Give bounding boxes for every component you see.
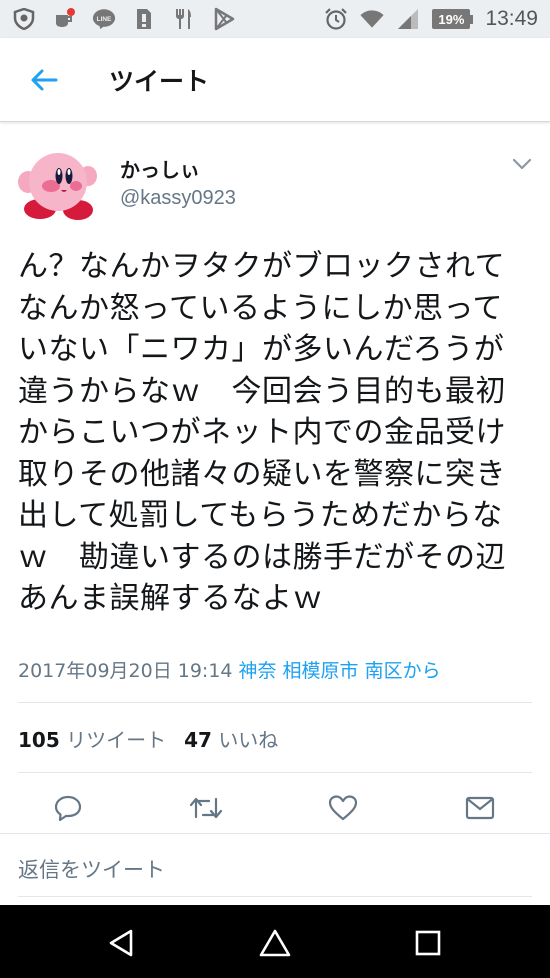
chevron-down-icon (512, 158, 532, 170)
retweet-icon (189, 797, 223, 819)
restaurant-icon (172, 7, 196, 31)
like-count: 47 (184, 728, 212, 752)
tweet-text: ん？なんかヲタクがブロックされてなんか怒っているようにしか思っていない「ニワカ」… (18, 249, 506, 616)
square-recents-icon (415, 930, 441, 956)
battery-level: 19% (432, 9, 471, 29)
nav-back-button[interactable] (101, 923, 141, 963)
tweet-detail: かっしぃ @kassy0923 ん？なんかヲタクがブロックされてなんか怒っている… (0, 124, 550, 897)
like-label: いいね (218, 728, 279, 752)
author-name[interactable]: かっしぃ (120, 154, 200, 183)
retweet-count: 105 (18, 728, 60, 752)
like-button[interactable] (323, 788, 363, 828)
wifi-icon (360, 7, 385, 31)
battery-icon: 19% (432, 9, 474, 29)
back-arrow-icon (31, 69, 58, 90)
retweet-stat[interactable]: 105 リツイート (18, 728, 166, 752)
svg-text:LINE: LINE (97, 16, 112, 23)
alarm-icon (324, 7, 348, 31)
tweet-location[interactable]: 神奈 相模原市 南区から (239, 660, 441, 682)
retweet-button[interactable] (186, 788, 226, 828)
signal-icon (396, 7, 420, 31)
tweet-meta: 2017年09月20日 19:14 神奈 相模原市 南区から (18, 656, 441, 683)
message-icon (465, 796, 495, 820)
reply-icon (54, 795, 82, 822)
tweet-timestamp: 2017年09月20日 19:14 (18, 660, 233, 682)
play-store-icon (212, 7, 236, 31)
sim-icon (132, 7, 156, 31)
tweet-menu-button[interactable] (512, 156, 532, 170)
page-title: ツイート (109, 66, 210, 96)
message-button[interactable] (460, 788, 500, 828)
status-bar: LINE 19% 13:49 (0, 0, 550, 38)
vpn-shield-icon (12, 7, 36, 31)
back-button[interactable] (24, 60, 64, 100)
triangle-back-icon (109, 929, 133, 957)
line-icon: LINE (92, 7, 116, 31)
nav-recents-button[interactable] (408, 923, 448, 963)
divider (0, 833, 550, 834)
tweet-stats: 105 リツイート 47 いいね (18, 724, 278, 753)
divider (18, 896, 532, 897)
like-stat[interactable]: 47 いいね (184, 728, 278, 752)
notification-icon (52, 7, 76, 31)
tweet-author: かっしぃ @kassy0923 (0, 124, 550, 220)
tweet-actions (0, 788, 550, 828)
divider (18, 772, 532, 773)
home-icon (259, 929, 291, 957)
divider (18, 702, 532, 703)
avatar[interactable] (18, 146, 98, 222)
app-header: ツイート (0, 38, 550, 122)
clock: 13:49 (485, 7, 538, 30)
system-nav-bar (0, 905, 550, 978)
author-handle[interactable]: @kassy0923 (120, 187, 236, 210)
like-icon (328, 795, 358, 821)
reply-input[interactable]: 返信をツイート (18, 854, 165, 884)
retweet-label: リツイート (66, 728, 167, 752)
nav-home-button[interactable] (255, 923, 295, 963)
reply-button[interactable] (48, 788, 88, 828)
